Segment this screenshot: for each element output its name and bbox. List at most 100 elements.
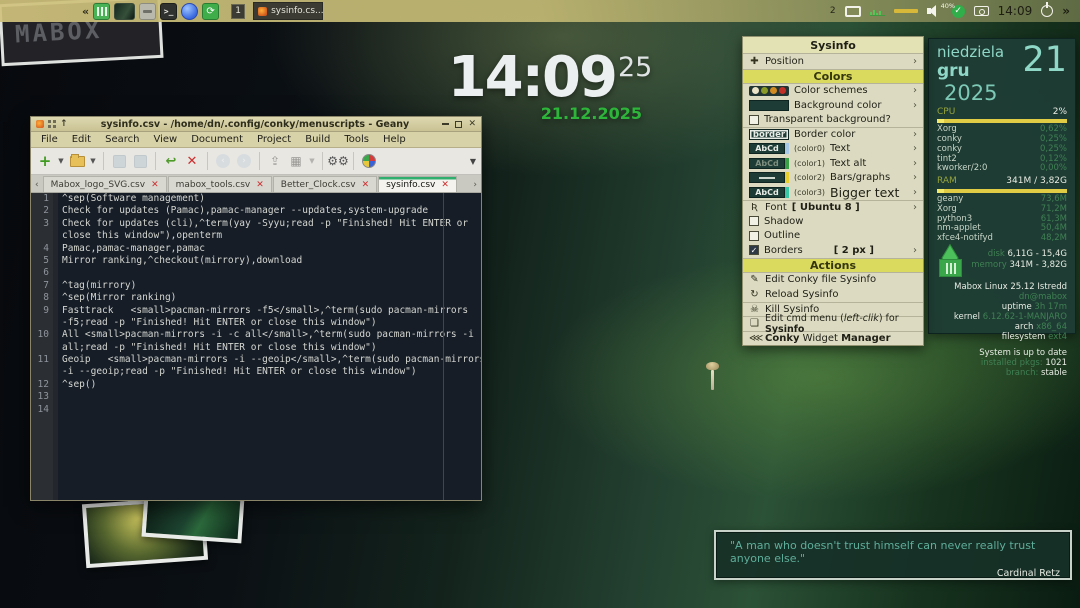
tabs-scroll-right-icon[interactable]: › — [470, 180, 480, 192]
tabs-scroll-left-icon[interactable]: ‹ — [32, 180, 42, 192]
menubar-item[interactable]: Document — [185, 134, 249, 145]
editor-line[interactable]: 14 — [31, 404, 481, 416]
workspace-1-button[interactable]: 1 — [231, 4, 245, 19]
wallpaper-launcher-icon[interactable] — [114, 3, 135, 20]
menu-item-color1-text-alt[interactable]: AbCd (color1) Text alt › — [743, 156, 923, 171]
menu-item-edit-cmd-menu[interactable]: ❏ Edit cmd menu (left-clik) for Sysinfo — [743, 316, 923, 331]
checkbox-unchecked-icon[interactable] — [749, 115, 759, 125]
menu-item-color2-bars[interactable]: (color2) Bars/graphs › — [743, 171, 923, 186]
menu-item-color-schemes[interactable]: Color schemes › — [743, 84, 923, 99]
editor-line[interactable]: 2 Check for updates (Pamac),pamac-manage… — [31, 205, 481, 217]
menu-item-background-color[interactable]: Background color › — [743, 98, 923, 113]
menu-item-reload[interactable]: ↻ Reload Sysinfo — [743, 287, 923, 302]
close-document-icon[interactable]: ✕ — [183, 152, 201, 170]
nav-forward-icon[interactable]: › — [235, 152, 253, 170]
editor-line[interactable]: -f5;read -p "Finished! Hit ENTER or clos… — [31, 317, 481, 329]
menubar-item[interactable]: Build — [299, 134, 336, 145]
volume-icon[interactable]: 40% — [927, 5, 943, 17]
preferences-icon[interactable]: ⚙⚙ — [329, 152, 347, 170]
window-titlebar[interactable]: ↑ sysinfo.csv - /home/dn/.config/conky/m… — [31, 117, 481, 132]
editor-line[interactable]: 9 Fasttrack <small>pacman-mirrors -f5</s… — [31, 305, 481, 317]
editor-line[interactable]: 7 ^tag(mirrory) — [31, 280, 481, 292]
quote-author: Cardinal Retz — [730, 568, 1060, 579]
new-document-icon[interactable]: + — [36, 152, 54, 170]
editor-tab[interactable]: sysinfo.csv ✕ — [378, 176, 457, 192]
editor-line[interactable]: 10 All <small>pacman-mirrors -i -c all</… — [31, 329, 481, 341]
menu-item-font[interactable]: Ʀ Font [ Ubuntu 8 ] › — [743, 200, 923, 215]
editor-line[interactable]: 12 ^sep() — [31, 379, 481, 391]
compile-icon[interactable]: ⇪ — [266, 152, 284, 170]
open-file-icon[interactable] — [68, 152, 86, 170]
checkbox-unchecked-icon[interactable] — [749, 216, 759, 226]
reload-launcher-icon[interactable]: ⟳ — [202, 3, 219, 20]
menubar-item[interactable]: Help — [377, 134, 412, 145]
tab-close-icon[interactable]: ✕ — [362, 180, 370, 190]
editor-tab[interactable]: Better_Clock.csv ✕ — [273, 176, 377, 192]
editor-line[interactable]: 11 Geoip <small>pacman-mirrors -i --geoi… — [31, 354, 481, 366]
terminal-icon[interactable]: >_ — [160, 3, 177, 20]
tab-close-icon[interactable]: ✕ — [151, 180, 159, 190]
system-info: Mabox Linux 25.12 Istredd dn@mabox uptim… — [937, 282, 1067, 342]
mabox-menu-icon[interactable] — [93, 3, 110, 20]
open-dropdown-icon[interactable]: ▼ — [89, 152, 97, 170]
maximize-icon[interactable] — [455, 121, 462, 128]
ram-bar-widget[interactable] — [894, 9, 918, 13]
menubar-item[interactable]: Search — [99, 134, 145, 145]
menu-item-position[interactable]: ✚ Position › — [743, 54, 923, 69]
file-manager-icon[interactable] — [139, 3, 156, 20]
menubar-item[interactable]: Project — [251, 134, 297, 145]
checkbox-checked-icon[interactable]: ✓ — [749, 245, 759, 255]
toolbar-overflow-icon[interactable]: ▼ — [470, 157, 476, 166]
close-icon[interactable]: ✕ — [468, 120, 476, 129]
build-dropdown-icon[interactable]: ▼ — [308, 152, 316, 170]
display-icon[interactable] — [845, 6, 861, 17]
editor-line[interactable]: 1 ^sep(Software management) — [31, 193, 481, 205]
build-icon[interactable]: ▦ — [287, 152, 305, 170]
editor-tab[interactable]: mabox_tools.csv ✕ — [168, 176, 272, 192]
editor-line[interactable]: 13 — [31, 391, 481, 403]
menu-item-color3-bigger-text[interactable]: AbCd (color3) Bigger text › — [743, 185, 923, 200]
minimize-icon[interactable] — [442, 123, 449, 125]
cpu-graph-widget[interactable] — [870, 7, 885, 16]
window-shade-icon[interactable]: ↑ — [60, 120, 68, 129]
menu-item-shadow[interactable]: Shadow — [743, 214, 923, 229]
taskbar-item-geany[interactable]: sysinfo.cs... — [253, 2, 323, 20]
editor-line[interactable]: 5 Mirror ranking,^checkout(mirrory),down… — [31, 255, 481, 267]
editor-tab[interactable]: Mabox_logo_SVG.csv ✕ — [43, 176, 167, 192]
menu-item-border-color[interactable]: border Border color › — [743, 127, 923, 142]
menu-item-borders[interactable]: ✓ Borders [ 2 px ] › — [743, 243, 923, 258]
editor-line[interactable]: 8 ^sep(Mirror ranking) — [31, 292, 481, 304]
menubar-item[interactable]: View — [147, 134, 183, 145]
editor-text[interactable]: 1 ^sep(Software management) 2 Check for … — [31, 193, 481, 500]
menu-item-edit-conky[interactable]: ✎ Edit Conky file Sysinfo — [743, 273, 923, 288]
menu-item-outline[interactable]: Outline — [743, 229, 923, 244]
tab-close-icon[interactable]: ✕ — [441, 180, 449, 190]
new-dropdown-icon[interactable]: ▼ — [57, 152, 65, 170]
panel-collapse-icon[interactable]: « — [82, 5, 89, 18]
revert-icon[interactable]: ↩ — [162, 152, 180, 170]
checkbox-unchecked-icon[interactable] — [749, 231, 759, 241]
panel-expand-icon[interactable]: » — [1062, 4, 1070, 18]
menu-item-color0-text[interactable]: AbCd (color0) Text › — [743, 142, 923, 157]
nav-back-icon[interactable]: ‹ — [214, 152, 232, 170]
menubar-item[interactable]: Edit — [66, 134, 97, 145]
browser-icon[interactable] — [181, 3, 198, 20]
editor-line[interactable]: 3 Check for updates (cli),^term(yay -Syy… — [31, 218, 481, 230]
panel-clock[interactable]: 14:09 — [998, 4, 1033, 18]
menubar-item[interactable]: File — [35, 134, 64, 145]
save-all-icon[interactable] — [131, 152, 149, 170]
workspace-2-indicator[interactable]: 2 — [830, 6, 836, 16]
tab-close-icon[interactable]: ✕ — [256, 180, 264, 190]
menu-item-transparent-bg[interactable]: Transparent background? — [743, 113, 923, 128]
window-menu-icon[interactable] — [48, 120, 56, 128]
editor-line[interactable]: 6 — [31, 267, 481, 279]
save-icon[interactable] — [110, 152, 128, 170]
editor-line[interactable]: 4 Pamac,pamac-manager,pamac — [31, 243, 481, 255]
power-icon[interactable] — [1041, 5, 1053, 17]
editor-line[interactable]: -i --geoip;read -p "Finished! Hit ENTER … — [31, 366, 481, 378]
color-chooser-icon[interactable] — [360, 152, 378, 170]
screenshot-icon[interactable] — [974, 6, 989, 16]
menubar-item[interactable]: Tools — [338, 134, 375, 145]
editor-line[interactable]: all;read -p "Finished! Hit ENTER or clos… — [31, 342, 481, 354]
editor-line[interactable]: close this window"),openterm — [31, 230, 481, 242]
